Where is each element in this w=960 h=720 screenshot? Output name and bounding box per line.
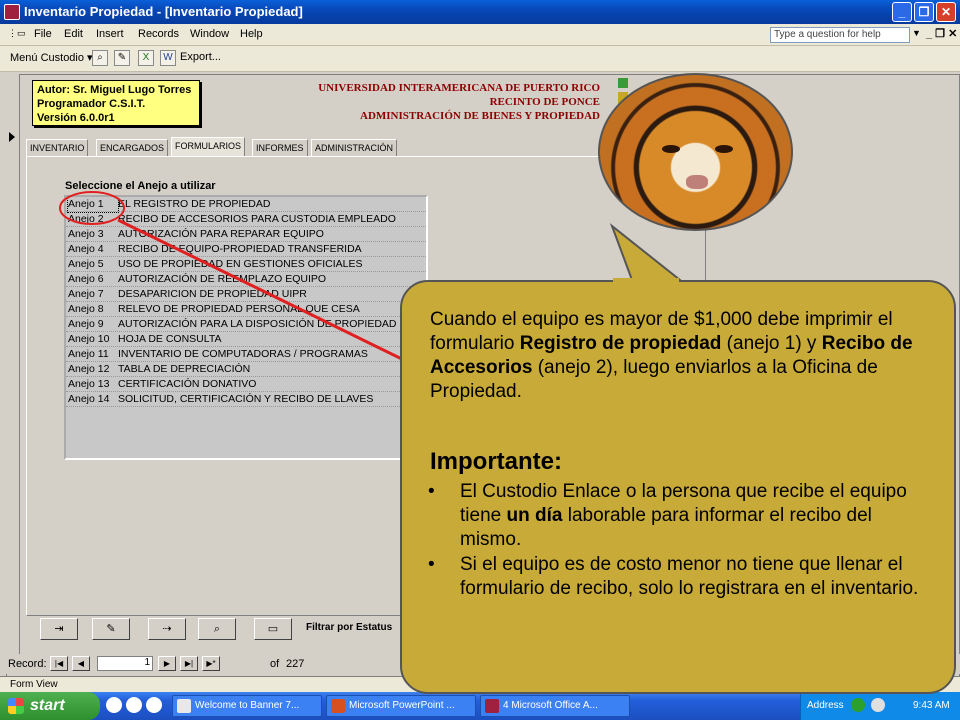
callout-intro: Cuando el equipo es mayor de $1,000 debe…	[430, 309, 913, 402]
important-heading: Importante:	[430, 448, 562, 475]
tiger-photo	[598, 73, 793, 231]
bullet-item: El Custodio Enlace o la persona que reci…	[428, 480, 938, 552]
important-list: El Custodio Enlace o la persona que reci…	[428, 480, 938, 602]
bullet-item: Si el equipo es de costo menor no tiene …	[428, 553, 938, 601]
